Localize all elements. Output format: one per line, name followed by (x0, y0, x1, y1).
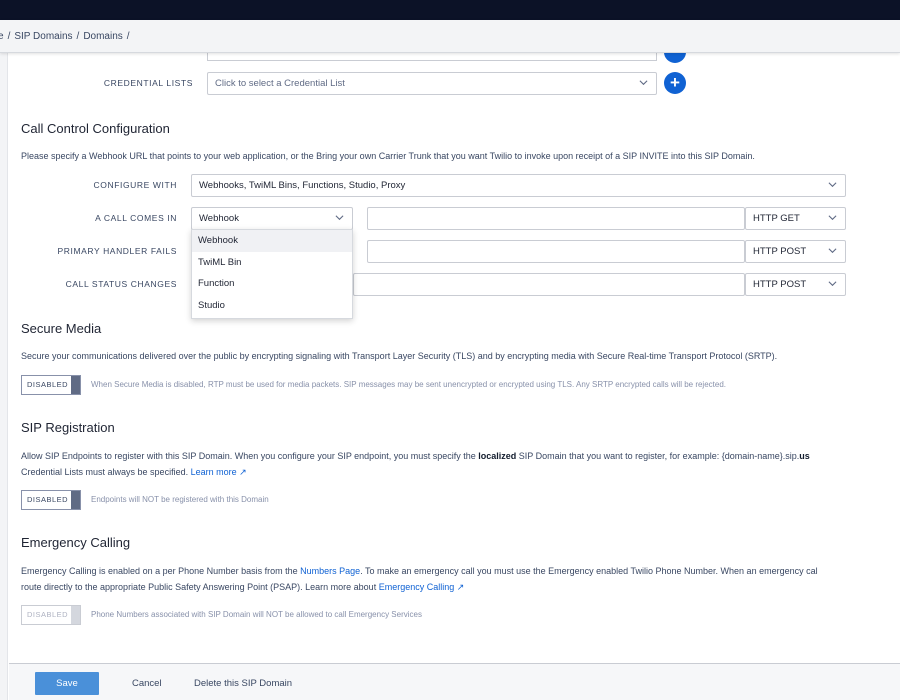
emergency-calling-heading: Emergency Calling (21, 535, 131, 550)
sip-registration-text: SIP Domain that you want to register, fo… (516, 451, 800, 461)
credential-lists-placeholder: Click to select a Credential List (215, 78, 345, 89)
credential-lists-select[interactable]: Click to select a Credential List (207, 72, 657, 95)
sip-domain-config-form: × CREDENTIAL LISTS Click to select a Cre… (9, 53, 900, 700)
call-comes-in-label: A CALL COMES IN (95, 213, 177, 223)
chevron-down-icon (828, 180, 837, 188)
secure-media-heading: Secure Media (21, 321, 102, 336)
configure-with-label: CONFIGURE WITH (93, 180, 177, 190)
secure-media-toggle[interactable]: DISABLED (21, 375, 81, 395)
sip-registration-heading: SIP Registration (21, 420, 115, 435)
chevron-down-icon (828, 246, 837, 254)
form-footer: Save Cancel Delete this SIP Domain (9, 663, 900, 700)
breadcrumb-separator: / (126, 31, 130, 42)
chevron-down-icon (335, 213, 344, 221)
plus-icon[interactable] (664, 53, 686, 63)
breadcrumb-separator: / (7, 31, 11, 42)
call-comes-in-method-value: HTTP GET (753, 213, 800, 224)
sip-registration-description-line1: Allow SIP Endpoints to register with thi… (21, 448, 810, 464)
sip-registration-text: Credential Lists must always be specifie… (21, 467, 191, 477)
call-comes-in-dropdown-menu: Webhook TwiML Bin Function Studio (191, 229, 353, 319)
call-status-changes-method-select[interactable]: HTTP POST (745, 273, 846, 296)
call-status-changes-label: CALL STATUS CHANGES (65, 279, 177, 289)
chevron-down-icon (639, 78, 648, 86)
dropdown-option-function[interactable]: Function (192, 273, 352, 295)
primary-handler-fails-url-input[interactable] (367, 240, 745, 263)
save-button[interactable]: Save (35, 672, 99, 695)
secure-media-description: Secure your communications delivered ove… (21, 351, 778, 361)
configure-with-select[interactable]: Webhooks, TwiML Bins, Functions, Studio,… (191, 174, 846, 197)
call-comes-in-type-select[interactable]: Webhook (191, 207, 353, 230)
numbers-page-link[interactable]: Numbers Page (300, 566, 360, 576)
secure-media-hint: When Secure Media is disabled, RTP must … (91, 380, 726, 389)
sip-registration-toggle-label: DISABLED (27, 495, 69, 504)
breadcrumb-item-sip-domains[interactable]: SIP Domains (14, 31, 72, 42)
call-comes-in-url-input[interactable] (367, 207, 745, 230)
primary-handler-fails-label: PRIMARY HANDLER FAILS (57, 246, 177, 256)
learn-more-link[interactable]: Learn more ↗ (191, 467, 247, 477)
emergency-calling-text: route directly to the appropriate Public… (21, 582, 379, 592)
toggle-knob (71, 606, 80, 624)
call-comes-in-type-value: Webhook (199, 213, 239, 224)
emergency-calling-toggle[interactable]: DISABLED (21, 605, 81, 625)
emergency-calling-hint: Phone Numbers associated with SIP Domain… (91, 610, 422, 619)
toggle-knob (71, 491, 80, 509)
emergency-calling-description-line2: route directly to the appropriate Public… (21, 579, 464, 595)
delete-domain-button[interactable]: Delete this SIP Domain (194, 672, 292, 695)
call-control-heading: Call Control Configuration (21, 121, 170, 136)
call-status-changes-url-input[interactable] (353, 273, 745, 296)
emergency-calling-text: . To make an emergency call you must use… (360, 566, 818, 576)
top-navigation-bar (0, 0, 900, 20)
emergency-calling-toggle-label: DISABLED (27, 610, 69, 619)
chevron-down-icon (828, 213, 837, 221)
emergency-calling-link[interactable]: Emergency Calling ↗ (379, 582, 465, 592)
sip-registration-description-line2: Credential Lists must always be specifie… (21, 464, 247, 480)
breadcrumb-bar: e / SIP Domains / Domains / (0, 20, 900, 53)
primary-handler-fails-method-value: HTTP POST (753, 246, 807, 257)
credential-lists-label: CREDENTIAL LISTS (103, 78, 193, 88)
primary-handler-fails-method-select[interactable]: HTTP POST (745, 240, 846, 263)
sip-registration-hint: Endpoints will NOT be registered with th… (91, 495, 269, 504)
call-comes-in-method-select[interactable]: HTTP GET (745, 207, 846, 230)
breadcrumb: e / SIP Domains / Domains / (0, 31, 134, 42)
call-control-description: Please specify a Webhook URL that points… (21, 151, 755, 161)
emergency-calling-description-line1: Emergency Calling is enabled on a per Ph… (21, 563, 818, 579)
dropdown-option-twiml-bin[interactable]: TwiML Bin (192, 252, 352, 274)
sip-registration-toggle[interactable]: DISABLED (21, 490, 81, 510)
dropdown-option-webhook[interactable]: Webhook (192, 230, 352, 252)
voice-auth-select[interactable]: × (207, 53, 657, 61)
dropdown-option-studio[interactable]: Studio (192, 295, 352, 317)
domain-suffix-emphasis: us (799, 451, 810, 461)
add-credential-list-button[interactable]: + (664, 72, 686, 94)
configure-with-value: Webhooks, TwiML Bins, Functions, Studio,… (199, 180, 406, 191)
secure-media-toggle-label: DISABLED (27, 380, 69, 389)
left-sidebar-edge (0, 53, 8, 700)
call-status-changes-method-value: HTTP POST (753, 279, 807, 290)
plus-icon: + (670, 73, 680, 92)
chevron-down-icon (828, 279, 837, 287)
breadcrumb-item[interactable]: e (0, 31, 4, 42)
emergency-calling-text: Emergency Calling is enabled on a per Ph… (21, 566, 301, 576)
cancel-button[interactable]: Cancel (132, 672, 162, 695)
breadcrumb-separator: / (76, 31, 80, 42)
breadcrumb-item-domains[interactable]: Domains (83, 31, 122, 42)
toggle-knob (71, 376, 80, 394)
sip-registration-text: Allow SIP Endpoints to register with thi… (21, 451, 479, 461)
localized-emphasis: localized (478, 451, 517, 461)
